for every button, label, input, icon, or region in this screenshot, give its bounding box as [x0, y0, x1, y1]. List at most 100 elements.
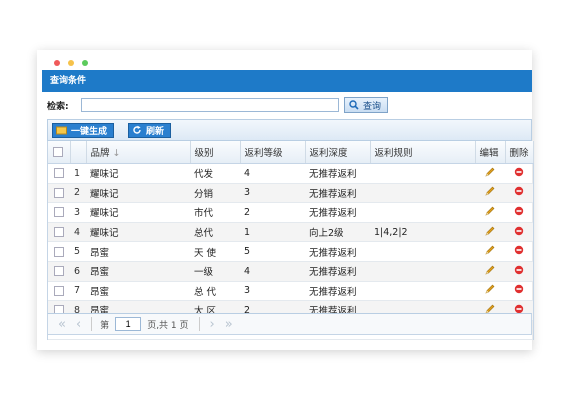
- row-checkbox[interactable]: [53, 187, 64, 198]
- row-checkbox[interactable]: [53, 266, 64, 277]
- row-number: 5: [70, 241, 86, 262]
- delete-icon[interactable]: [514, 206, 524, 216]
- header-rebate-depth[interactable]: 返利深度: [305, 141, 371, 164]
- page-number-input[interactable]: [115, 317, 142, 331]
- row-number: 2: [70, 183, 86, 204]
- row-select[interactable]: [48, 183, 70, 204]
- row-number: 3: [70, 202, 86, 223]
- table-row[interactable]: 7 昂蜜总 代 3 无推荐返利: [48, 281, 533, 302]
- header-brand-label: 品牌: [90, 148, 110, 159]
- rebate-depth-cell: 无推荐返利: [305, 241, 370, 262]
- rebate-rule-cell: 1|4,2|2: [370, 222, 475, 243]
- refresh-button[interactable]: 刷新: [128, 122, 172, 138]
- rebate-rule-cell: [370, 261, 475, 282]
- query-button-label: 查询: [363, 101, 382, 112]
- rebate-rule-cell: [370, 241, 475, 262]
- level-cell: 分销: [190, 183, 240, 204]
- table-row[interactable]: 1 耀味记 代发 4 无推荐返利: [48, 163, 533, 184]
- delete-cell: [505, 241, 533, 262]
- minimize-dot[interactable]: [68, 60, 74, 66]
- data-grid: 品牌 ↓ 级别 返利等级 返利深度 返利规则 编辑 删除 1 耀味记 代发 4 无推荐返…: [47, 141, 534, 341]
- delete-cell: [505, 202, 533, 223]
- row-number: 6: [70, 261, 86, 282]
- pencil-icon[interactable]: [484, 226, 495, 236]
- header-select-all[interactable]: [48, 141, 71, 164]
- row-checkbox[interactable]: [53, 168, 64, 179]
- table-row[interactable]: 5 昂蜜天 使 5 无推荐返利: [48, 241, 533, 262]
- table-row[interactable]: 2 耀味记 分销 3 无推荐返利: [48, 183, 533, 204]
- delete-icon[interactable]: [514, 186, 524, 196]
- pencil-icon[interactable]: [484, 186, 495, 196]
- rebate-depth-cell: 无推荐返利: [305, 281, 370, 302]
- select-all-checkbox[interactable]: [53, 147, 64, 157]
- brand-cell: 耀味记: [86, 202, 190, 223]
- rebate-level-cell: 3: [240, 183, 305, 204]
- brand-cell: 昂蜜: [86, 241, 190, 262]
- generate-button-label: 一键生成: [71, 126, 108, 137]
- pencil-icon[interactable]: [484, 265, 495, 275]
- row-checkbox[interactable]: [53, 285, 64, 296]
- table-row[interactable]: 6 昂蜜 一级 4 无推荐返利: [48, 261, 533, 282]
- last-page-button[interactable]: »: [225, 317, 233, 332]
- sort-arrow-icon: ↓: [112, 148, 121, 159]
- table-row[interactable]: 3 耀味记 市代 2 无推荐返利: [48, 202, 533, 223]
- delete-icon[interactable]: [514, 284, 524, 294]
- brand-cell: 昂蜜: [86, 261, 190, 282]
- table-row[interactable]: 4 耀味记 总代 1 向上2级 1|4,2|2: [48, 222, 533, 243]
- row-select[interactable]: [48, 261, 70, 282]
- row-select[interactable]: [48, 202, 70, 223]
- row-checkbox[interactable]: [53, 227, 64, 238]
- rebate-depth-cell: 无推荐返利: [305, 261, 370, 282]
- delete-cell: [505, 163, 533, 184]
- first-page-button[interactable]: «: [58, 317, 66, 332]
- row-number: 4: [70, 222, 86, 243]
- edit-cell: [475, 183, 505, 204]
- header-brand[interactable]: 品牌 ↓: [86, 141, 191, 164]
- pencil-icon[interactable]: [484, 206, 495, 216]
- page-total-label: 页,共 1 页: [147, 320, 189, 331]
- delete-icon[interactable]: [514, 265, 524, 275]
- row-checkbox[interactable]: [53, 246, 64, 257]
- delete-icon[interactable]: [514, 245, 524, 255]
- delete-icon[interactable]: [514, 167, 524, 177]
- rebate-rule-cell: [370, 183, 475, 204]
- edit-cell: [475, 261, 505, 282]
- prev-page-button[interactable]: ‹: [76, 317, 81, 332]
- level-cell: 一级: [190, 261, 240, 282]
- row-select[interactable]: [48, 163, 70, 184]
- row-select[interactable]: [48, 222, 70, 243]
- pencil-icon[interactable]: [484, 167, 495, 177]
- next-page-button[interactable]: ›: [210, 317, 215, 332]
- generate-button[interactable]: 一键生成: [52, 122, 115, 138]
- header-rebate-level[interactable]: 返利等级: [240, 141, 306, 164]
- edit-cell: [475, 163, 505, 184]
- brand-cell: 耀味记: [86, 163, 190, 184]
- edit-cell: [475, 222, 505, 243]
- row-select[interactable]: [48, 281, 70, 302]
- rebate-rule-cell: [370, 281, 475, 302]
- page-prefix-label: 第: [100, 320, 110, 331]
- row-checkbox[interactable]: [53, 207, 64, 218]
- rebate-level-cell: 5: [240, 241, 305, 262]
- level-cell: 总 代: [190, 281, 240, 302]
- query-button[interactable]: 查询: [344, 97, 389, 113]
- close-dot[interactable]: [54, 60, 60, 66]
- header-rebate-rule[interactable]: 返利规则: [370, 141, 476, 164]
- rebate-depth-cell: 无推荐返利: [305, 163, 370, 184]
- delete-cell: [505, 222, 533, 243]
- search-row: 检索: 查询: [47, 97, 389, 113]
- pencil-icon[interactable]: [484, 245, 495, 255]
- brand-cell: 耀味记: [86, 183, 190, 204]
- brand-cell: 昂蜜: [86, 281, 190, 302]
- header-level[interactable]: 级别: [190, 141, 241, 164]
- pencil-icon[interactable]: [484, 284, 495, 294]
- level-cell: 天 使: [190, 241, 240, 262]
- header-row-number: [70, 141, 87, 164]
- pager-separator: [91, 317, 93, 331]
- search-input[interactable]: [81, 98, 339, 112]
- maximize-dot[interactable]: [82, 60, 88, 66]
- rebate-level-cell: 2: [240, 202, 305, 223]
- row-select[interactable]: [48, 241, 70, 262]
- delete-icon[interactable]: [514, 226, 524, 236]
- app-window: 查询条件 检索: 查询 一键生成 刷新 品牌 ↓ 级别 返利等级 返利深度 返利…: [37, 50, 534, 350]
